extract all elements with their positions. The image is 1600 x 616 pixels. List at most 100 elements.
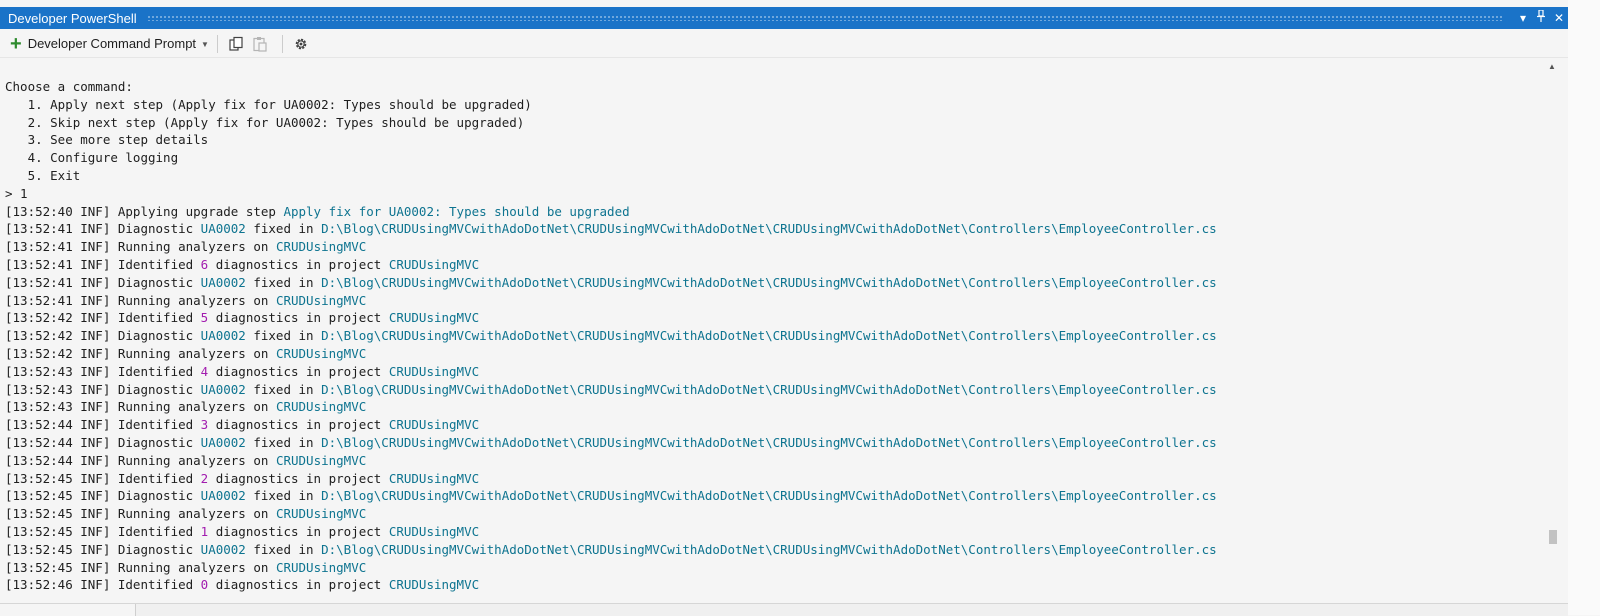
terminal-text-segment: 2. Skip next step (Apply fix for UA0002:… <box>5 114 525 130</box>
highlighted-text: CRUDUsingMVC <box>388 577 480 593</box>
terminal-line: [13:52:41 INF] Diagnostic UA0002 fixed i… <box>5 274 1217 292</box>
terminal-line: [13:52:45 INF] Running analyzers on CRUD… <box>5 559 1217 577</box>
highlighted-text: CRUDUsingMVC <box>388 470 480 486</box>
paste-button[interactable] <box>250 34 270 54</box>
toolbar-separator <box>216 34 218 53</box>
terminal-text-segment: [13:52:45 INF] Identified <box>5 523 201 539</box>
terminal-text-segment: [13:52:46 INF] Identified <box>5 577 201 593</box>
terminal-line: [13:52:44 INF] Identified 3 diagnostics … <box>5 416 1217 434</box>
tab-developer-powershell[interactable] <box>0 604 136 616</box>
highlighted-text: UA0002 <box>200 381 246 397</box>
terminal-text-segment: [13:52:44 INF] Diagnostic <box>5 434 201 450</box>
terminal-line: [13:52:42 INF] Identified 5 diagnostics … <box>5 309 1217 327</box>
terminal-text-segment: fixed in <box>245 381 322 397</box>
terminal-line: [13:52:43 INF] Diagnostic UA0002 fixed i… <box>5 381 1217 399</box>
terminal-line: 3. See more step details <box>5 131 1217 149</box>
window-dropdown-icon[interactable]: ▾ <box>1514 7 1532 29</box>
terminal-text-segment: fixed in <box>245 221 322 237</box>
window-title: Developer PowerShell <box>8 10 137 26</box>
highlighted-text: CRUDUsingMVC <box>388 523 480 539</box>
terminal-line: 5. Exit <box>5 167 1217 185</box>
highlighted-text: UA0002 <box>200 221 246 237</box>
paste-icon <box>253 36 267 52</box>
terminal-text-segment: [13:52:43 INF] Running analyzers on <box>5 399 276 415</box>
terminal-text-segment: [13:52:43 INF] Diagnostic <box>5 381 201 397</box>
terminal-text-segment: [13:52:44 INF] Running analyzers on <box>5 452 276 468</box>
terminal-text-segment: > 1 <box>5 185 28 201</box>
terminal-line: [13:52:43 INF] Identified 4 diagnostics … <box>5 363 1217 381</box>
highlighted-text: CRUDUsingMVC <box>388 363 480 379</box>
new-terminal-button[interactable]: + Developer Command Prompt ▼ <box>10 33 209 55</box>
scroll-up-icon[interactable]: ▲ <box>1548 62 1556 71</box>
terminal-text-segment: diagnostics in project <box>208 310 389 326</box>
terminal-line: [13:52:44 INF] Diagnostic UA0002 fixed i… <box>5 434 1217 452</box>
chevron-down-icon[interactable]: ▼ <box>201 40 209 49</box>
new-terminal-label: Developer Command Prompt <box>27 36 197 51</box>
highlighted-text: UA0002 <box>200 274 246 290</box>
terminal-line: [13:52:41 INF] Running analyzers on CRUD… <box>5 238 1217 256</box>
terminal-line: 2. Skip next step (Apply fix for UA0002:… <box>5 114 1217 132</box>
terminal-line: [13:52:41 INF] Diagnostic UA0002 fixed i… <box>5 220 1217 238</box>
terminal-line: [13:52:40 INF] Applying upgrade step App… <box>5 203 1217 221</box>
terminal-text: Choose a command: 1. Apply next step (Ap… <box>5 78 1217 594</box>
terminal-line: [13:52:45 INF] Identified 2 diagnostics … <box>5 470 1217 488</box>
terminal-text-segment: diagnostics in project <box>208 363 389 379</box>
gear-icon <box>295 38 307 49</box>
highlighted-text: D:\Blog\CRUDUsingMVCwithAdoDotNet\CRUDUs… <box>321 328 1217 344</box>
highlighted-text: CRUDUsingMVC <box>275 559 367 575</box>
terminal-text-segment: [13:52:41 INF] Running analyzers on <box>5 239 276 255</box>
highlighted-text: CRUDUsingMVC <box>388 417 480 433</box>
terminal-line: > 1 <box>5 185 1217 203</box>
terminal-text-segment: [13:52:42 INF] Diagnostic <box>5 328 201 344</box>
terminal-text-segment: diagnostics in project <box>208 470 389 486</box>
terminal-text-segment: diagnostics in project <box>208 523 389 539</box>
titlebar-grip[interactable] <box>146 15 1504 21</box>
terminal-text-segment: fixed in <box>245 541 322 557</box>
terminal-text-segment: fixed in <box>245 274 322 290</box>
highlighted-text: D:\Blog\CRUDUsingMVCwithAdoDotNet\CRUDUs… <box>321 488 1217 504</box>
highlighted-text: Apply fix for UA0002: Types should be up… <box>283 203 630 219</box>
terminal-line: [13:52:44 INF] Running analyzers on CRUD… <box>5 452 1217 470</box>
terminal-text-segment: [13:52:40 INF] Applying upgrade step <box>5 203 284 219</box>
highlighted-text: D:\Blog\CRUDUsingMVCwithAdoDotNet\CRUDUs… <box>321 434 1217 450</box>
terminal-line: 4. Configure logging <box>5 149 1217 167</box>
terminal-line: [13:52:45 INF] Diagnostic UA0002 fixed i… <box>5 541 1217 559</box>
terminal-text-segment: [13:52:45 INF] Diagnostic <box>5 541 201 557</box>
copy-icon <box>229 36 243 51</box>
terminal-line: [13:52:45 INF] Running analyzers on CRUD… <box>5 505 1217 523</box>
highlighted-text: CRUDUsingMVC <box>275 506 367 522</box>
terminal-line: Choose a command: <box>5 78 1217 96</box>
terminal-text-segment: [13:52:45 INF] Running analyzers on <box>5 506 276 522</box>
highlighted-text: CRUDUsingMVC <box>388 310 480 326</box>
terminal-line: 1. Apply next step (Apply fix for UA0002… <box>5 96 1217 114</box>
scrollbar-thumb[interactable] <box>1549 530 1557 544</box>
terminal-line: [13:52:41 INF] Identified 6 diagnostics … <box>5 256 1217 274</box>
highlighted-text: D:\Blog\CRUDUsingMVCwithAdoDotNet\CRUDUs… <box>321 274 1217 290</box>
highlighted-text: UA0002 <box>200 488 246 504</box>
terminal-text-segment: diagnostics in project <box>208 577 389 593</box>
highlighted-text: CRUDUsingMVC <box>388 256 480 272</box>
terminal-text-segment: fixed in <box>245 328 322 344</box>
plus-icon: + <box>10 32 22 55</box>
toolbar-separator <box>281 34 283 53</box>
copy-button[interactable] <box>226 34 246 54</box>
highlighted-text: CRUDUsingMVC <box>275 452 367 468</box>
highlighted-text: UA0002 <box>200 328 246 344</box>
vertical-scrollbar[interactable]: ▲ <box>1544 60 1560 603</box>
bottom-tab-strip <box>0 603 1568 616</box>
terminal-text-segment: [13:52:45 INF] Diagnostic <box>5 488 201 504</box>
terminal-output[interactable]: Choose a command: 1. Apply next step (Ap… <box>0 60 1543 603</box>
terminal-toolbar: + Developer Command Prompt ▼ <box>0 30 1568 58</box>
highlighted-text: CRUDUsingMVC <box>275 345 367 361</box>
settings-button[interactable] <box>291 34 311 54</box>
terminal-text-segment: [13:52:45 INF] Identified <box>5 470 201 486</box>
terminal-text-segment: [13:52:44 INF] Identified <box>5 417 201 433</box>
highlighted-text: D:\Blog\CRUDUsingMVCwithAdoDotNet\CRUDUs… <box>321 381 1217 397</box>
highlighted-text: CRUDUsingMVC <box>275 239 367 255</box>
highlighted-text: UA0002 <box>200 541 246 557</box>
pin-icon[interactable] <box>1532 7 1550 29</box>
close-icon[interactable]: ✕ <box>1550 7 1568 29</box>
terminal-line: [13:52:45 INF] Diagnostic UA0002 fixed i… <box>5 487 1217 505</box>
terminal-text-segment: diagnostics in project <box>208 417 389 433</box>
terminal-text-segment: [13:52:43 INF] Identified <box>5 363 201 379</box>
